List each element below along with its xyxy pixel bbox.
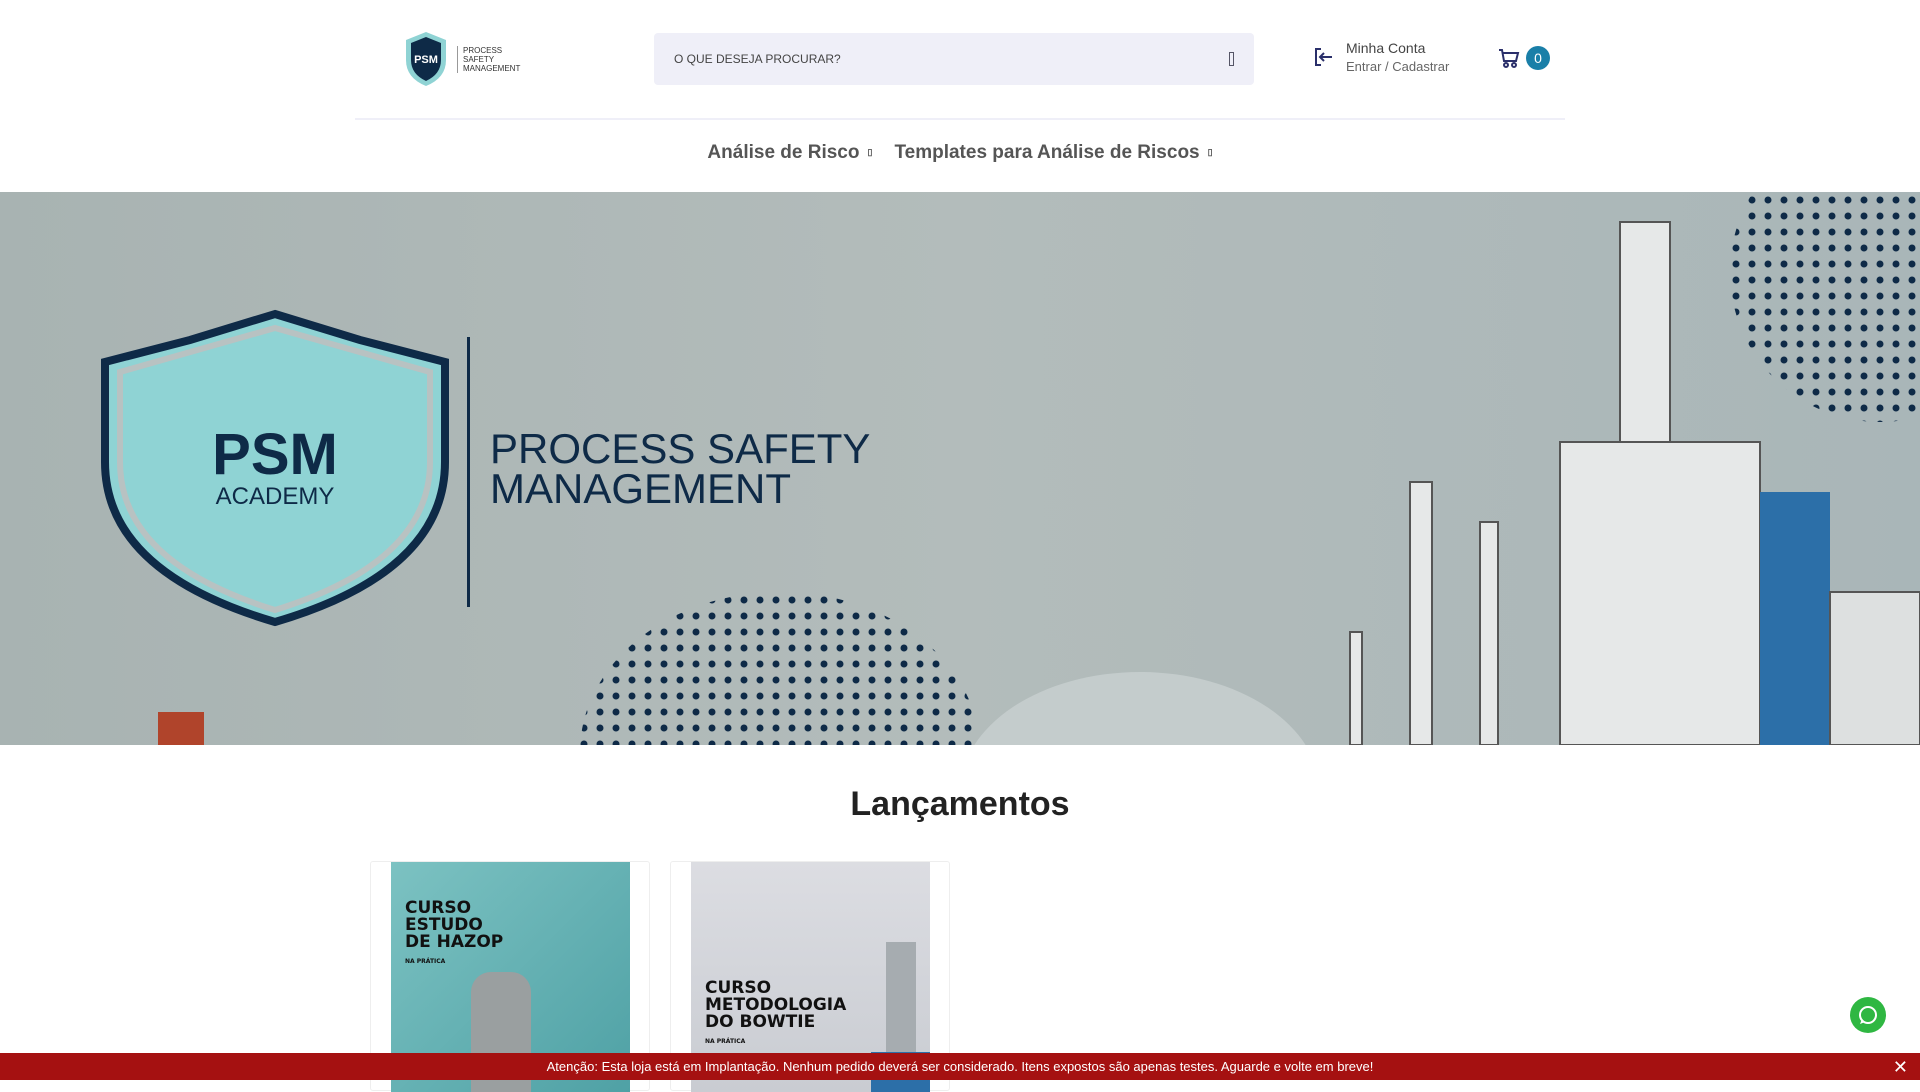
account-subtitle[interactable]: Entrar / Cadastrar xyxy=(1346,59,1449,74)
svg-text:PSM: PSM xyxy=(212,422,338,487)
nav-label: Análise de Risco xyxy=(707,142,860,163)
header-divider xyxy=(355,118,1565,120)
notice-text: Atenção: Esta loja está em Implantação. … xyxy=(546,1059,1374,1074)
site-logo[interactable]: PSM PROCESS SAFETY MANAGEMENT xyxy=(401,30,531,88)
account-title: Minha Conta xyxy=(1346,40,1426,56)
nav-item-analise-de-risco[interactable]: Análise de Risco ▯ xyxy=(707,142,872,164)
whatsapp-icon xyxy=(1859,1006,1877,1024)
account-link[interactable]: Minha Conta Entrar / Cadastrar xyxy=(1312,40,1449,74)
whatsapp-button[interactable] xyxy=(1850,997,1886,1033)
cart-count-badge: 0 xyxy=(1526,46,1550,70)
product-subtitle: NA PRÁTICA xyxy=(405,958,446,965)
product-title-line: DO BOWTIE xyxy=(705,1012,816,1032)
search-icon[interactable] xyxy=(1229,52,1234,66)
chevron-down-icon: ▯ xyxy=(1207,147,1213,158)
nav-label: Templates para Análise de Riscos xyxy=(894,142,1200,163)
cart-button[interactable]: 0 xyxy=(1498,46,1550,70)
banner-artwork: PSM ACADEMY PROCESS SAFETY MANAGEMENT xyxy=(101,192,1920,745)
svg-text:MANAGEMENT: MANAGEMENT xyxy=(490,465,791,512)
svg-text:ACADEMY: ACADEMY xyxy=(216,483,335,510)
main-nav: Análise de Risco ▯ Templates para Análise… xyxy=(0,142,1920,164)
svg-text:PSM: PSM xyxy=(414,54,438,66)
cart-icon xyxy=(1499,49,1520,68)
logo-text: PROCESS SAFETY MANAGEMENT xyxy=(457,45,520,73)
section-title: Lançamentos xyxy=(850,785,1070,823)
shield-logo-icon: PSM xyxy=(406,32,446,86)
login-icon xyxy=(1315,48,1332,66)
search-input[interactable] xyxy=(674,52,1178,66)
notice-bar: Atenção: Esta loja está em Implantação. … xyxy=(0,1053,1920,1080)
product-subtitle: NA PRÁTICA xyxy=(705,1038,746,1045)
nav-item-templates[interactable]: Templates para Análise de Riscos ▯ xyxy=(894,142,1212,164)
product-title-line: DE HAZOP xyxy=(405,932,504,952)
close-icon[interactable]: ✕ xyxy=(1893,1057,1908,1078)
chevron-down-icon: ▯ xyxy=(867,147,873,158)
search-bar xyxy=(654,33,1254,85)
hero-banner[interactable]: PSM ACADEMY PROCESS SAFETY MANAGEMENT xyxy=(0,192,1920,745)
